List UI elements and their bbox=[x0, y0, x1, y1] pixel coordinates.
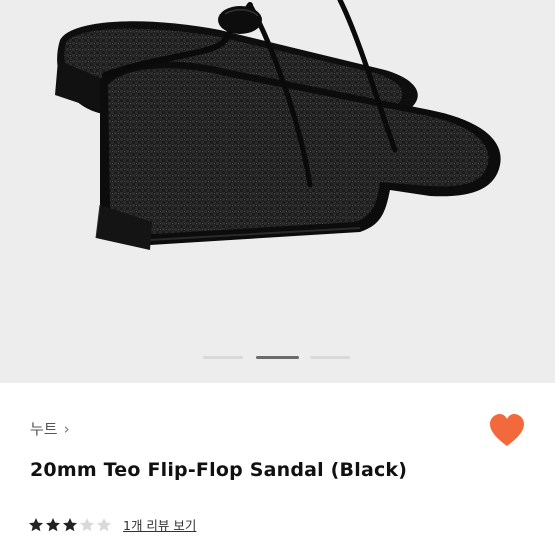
product-page: 누트 › 20mm Teo Flip-Flop Sandal (Black) 1… bbox=[0, 0, 555, 555]
indicator-dot[interactable] bbox=[203, 356, 243, 359]
star-filled-icon bbox=[29, 517, 43, 531]
brand-link[interactable]: 누트 › bbox=[30, 418, 70, 439]
star-filled-icon bbox=[46, 517, 60, 531]
star-rating bbox=[28, 517, 112, 533]
sandal-image bbox=[55, 0, 501, 250]
view-reviews-link[interactable]: 1개 리뷰 보기 bbox=[123, 515, 196, 534]
rating-row: 1개 리뷰 보기 bbox=[28, 515, 196, 534]
chevron-right-icon: › bbox=[63, 419, 70, 438]
gallery-page-indicator bbox=[0, 356, 555, 360]
product-title: 20mm Teo Flip-Flop Sandal (Black) bbox=[30, 459, 408, 481]
star-empty-icon bbox=[80, 517, 94, 531]
brand-name: 누트 bbox=[30, 420, 58, 438]
indicator-dot[interactable] bbox=[310, 356, 350, 359]
star-empty-icon bbox=[97, 517, 111, 531]
indicator-dot-active[interactable] bbox=[256, 356, 299, 359]
product-image-gallery[interactable] bbox=[0, 0, 555, 383]
star-filled-icon bbox=[63, 517, 77, 531]
product-info: 누트 › 20mm Teo Flip-Flop Sandal (Black) 1… bbox=[0, 383, 555, 555]
favorite-heart-icon[interactable] bbox=[488, 413, 526, 449]
